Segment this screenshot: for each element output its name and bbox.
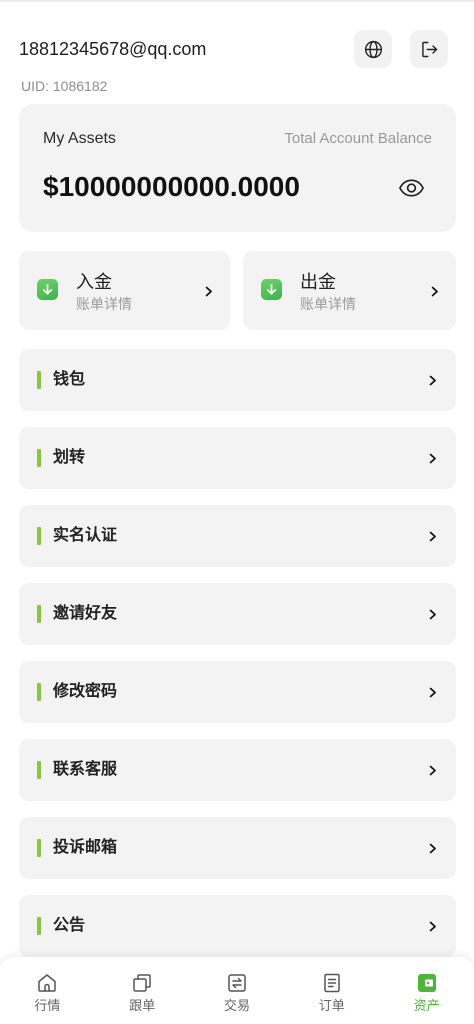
- withdraw-card[interactable]: 出金 账单详情: [243, 251, 456, 330]
- menu-accent-bar: [37, 917, 41, 935]
- menu-item-invite-friends[interactable]: 邀请好友: [19, 583, 456, 645]
- chevron-right-icon: [429, 453, 436, 464]
- nav-tab-label: 订单: [318, 998, 345, 1013]
- menu-item-complaint-email[interactable]: 投诉邮箱: [19, 817, 456, 879]
- logout-button[interactable]: [410, 30, 448, 68]
- toggle-balance-visibility-button[interactable]: [398, 178, 425, 198]
- nav-tab-label: 行情: [34, 998, 61, 1013]
- total-balance-label: Total Account Balance: [284, 130, 432, 147]
- deposit-sublabel: 账单详情: [76, 296, 132, 312]
- nav-tab-label: 资产: [413, 998, 440, 1013]
- menu-accent-bar: [37, 839, 41, 857]
- account-uid: UID: 1086182: [21, 78, 108, 94]
- withdraw-icon: [261, 279, 282, 300]
- withdraw-sublabel: 账单详情: [300, 296, 356, 312]
- exchange-icon: [228, 974, 246, 992]
- nav-tab-label: 跟单: [129, 998, 156, 1013]
- menu-accent-bar: [37, 527, 41, 545]
- eye-icon: [399, 179, 424, 197]
- bottom-navigation: 行情 跟单 交易 订单 资产: [0, 957, 474, 1024]
- menu-accent-bar: [37, 605, 41, 623]
- total-balance-value: $10000000000.0000: [43, 171, 300, 202]
- nav-tab-trade[interactable]: 交易: [190, 957, 285, 1024]
- menu-item-wallet[interactable]: 钱包: [19, 349, 456, 411]
- market-icon: [38, 974, 57, 992]
- assets-title: My Assets: [43, 130, 116, 147]
- menu-accent-bar: [37, 449, 41, 467]
- nav-tab-label: 交易: [223, 998, 250, 1013]
- language-button[interactable]: [354, 30, 392, 68]
- nav-tab-orders[interactable]: 订单: [284, 957, 379, 1024]
- menu-item-transfer[interactable]: 划转: [19, 427, 456, 489]
- menu-accent-bar: [37, 683, 41, 701]
- chevron-right-icon: [431, 286, 438, 297]
- menu-item-label: 实名认证: [53, 527, 118, 544]
- menu-item-label: 公告: [53, 917, 86, 934]
- chevron-right-icon: [429, 921, 436, 932]
- menu-item-change-password[interactable]: 修改密码: [19, 661, 456, 723]
- logout-icon: [421, 41, 437, 57]
- nav-tab-copy-trade[interactable]: 跟单: [95, 957, 190, 1024]
- menu-item-label: 投诉邮箱: [53, 839, 118, 856]
- menu-item-label: 联系客服: [53, 761, 118, 778]
- chevron-right-icon: [429, 765, 436, 776]
- deposit-card[interactable]: 入金 账单详情: [19, 251, 230, 330]
- menu-item-announcements[interactable]: 公告: [19, 895, 456, 957]
- menu-item-label: 邀请好友: [53, 605, 118, 622]
- assets-card: My Assets Total Account Balance $1000000…: [19, 104, 456, 232]
- wallet-icon: [417, 974, 436, 992]
- menu-accent-bar: [37, 371, 41, 389]
- copy-trade-icon: [133, 974, 151, 992]
- menu-item-label: 钱包: [53, 371, 86, 388]
- chevron-right-icon: [429, 843, 436, 854]
- withdraw-label: 出金: [300, 272, 336, 292]
- account-email: 18812345678@qq.com: [19, 39, 207, 59]
- order-icon: [324, 973, 340, 993]
- top-divider: [0, 0, 474, 2]
- deposit-label: 入金: [76, 272, 112, 292]
- chevron-right-icon: [205, 286, 212, 297]
- down-arrow-icon: [266, 283, 277, 295]
- globe-icon: [364, 40, 382, 58]
- nav-tab-assets[interactable]: 资产: [379, 957, 474, 1024]
- chevron-right-icon: [429, 375, 436, 386]
- menu-item-label: 划转: [53, 449, 86, 466]
- menu-item-identity-verification[interactable]: 实名认证: [19, 505, 456, 567]
- nav-tab-market[interactable]: 行情: [0, 957, 95, 1024]
- chevron-right-icon: [429, 531, 436, 542]
- chevron-right-icon: [429, 609, 436, 620]
- menu-item-customer-service[interactable]: 联系客服: [19, 739, 456, 801]
- down-arrow-icon: [42, 283, 53, 295]
- menu-accent-bar: [37, 761, 41, 779]
- chevron-right-icon: [429, 687, 436, 698]
- deposit-icon: [37, 279, 58, 300]
- menu-item-label: 修改密码: [53, 683, 118, 700]
